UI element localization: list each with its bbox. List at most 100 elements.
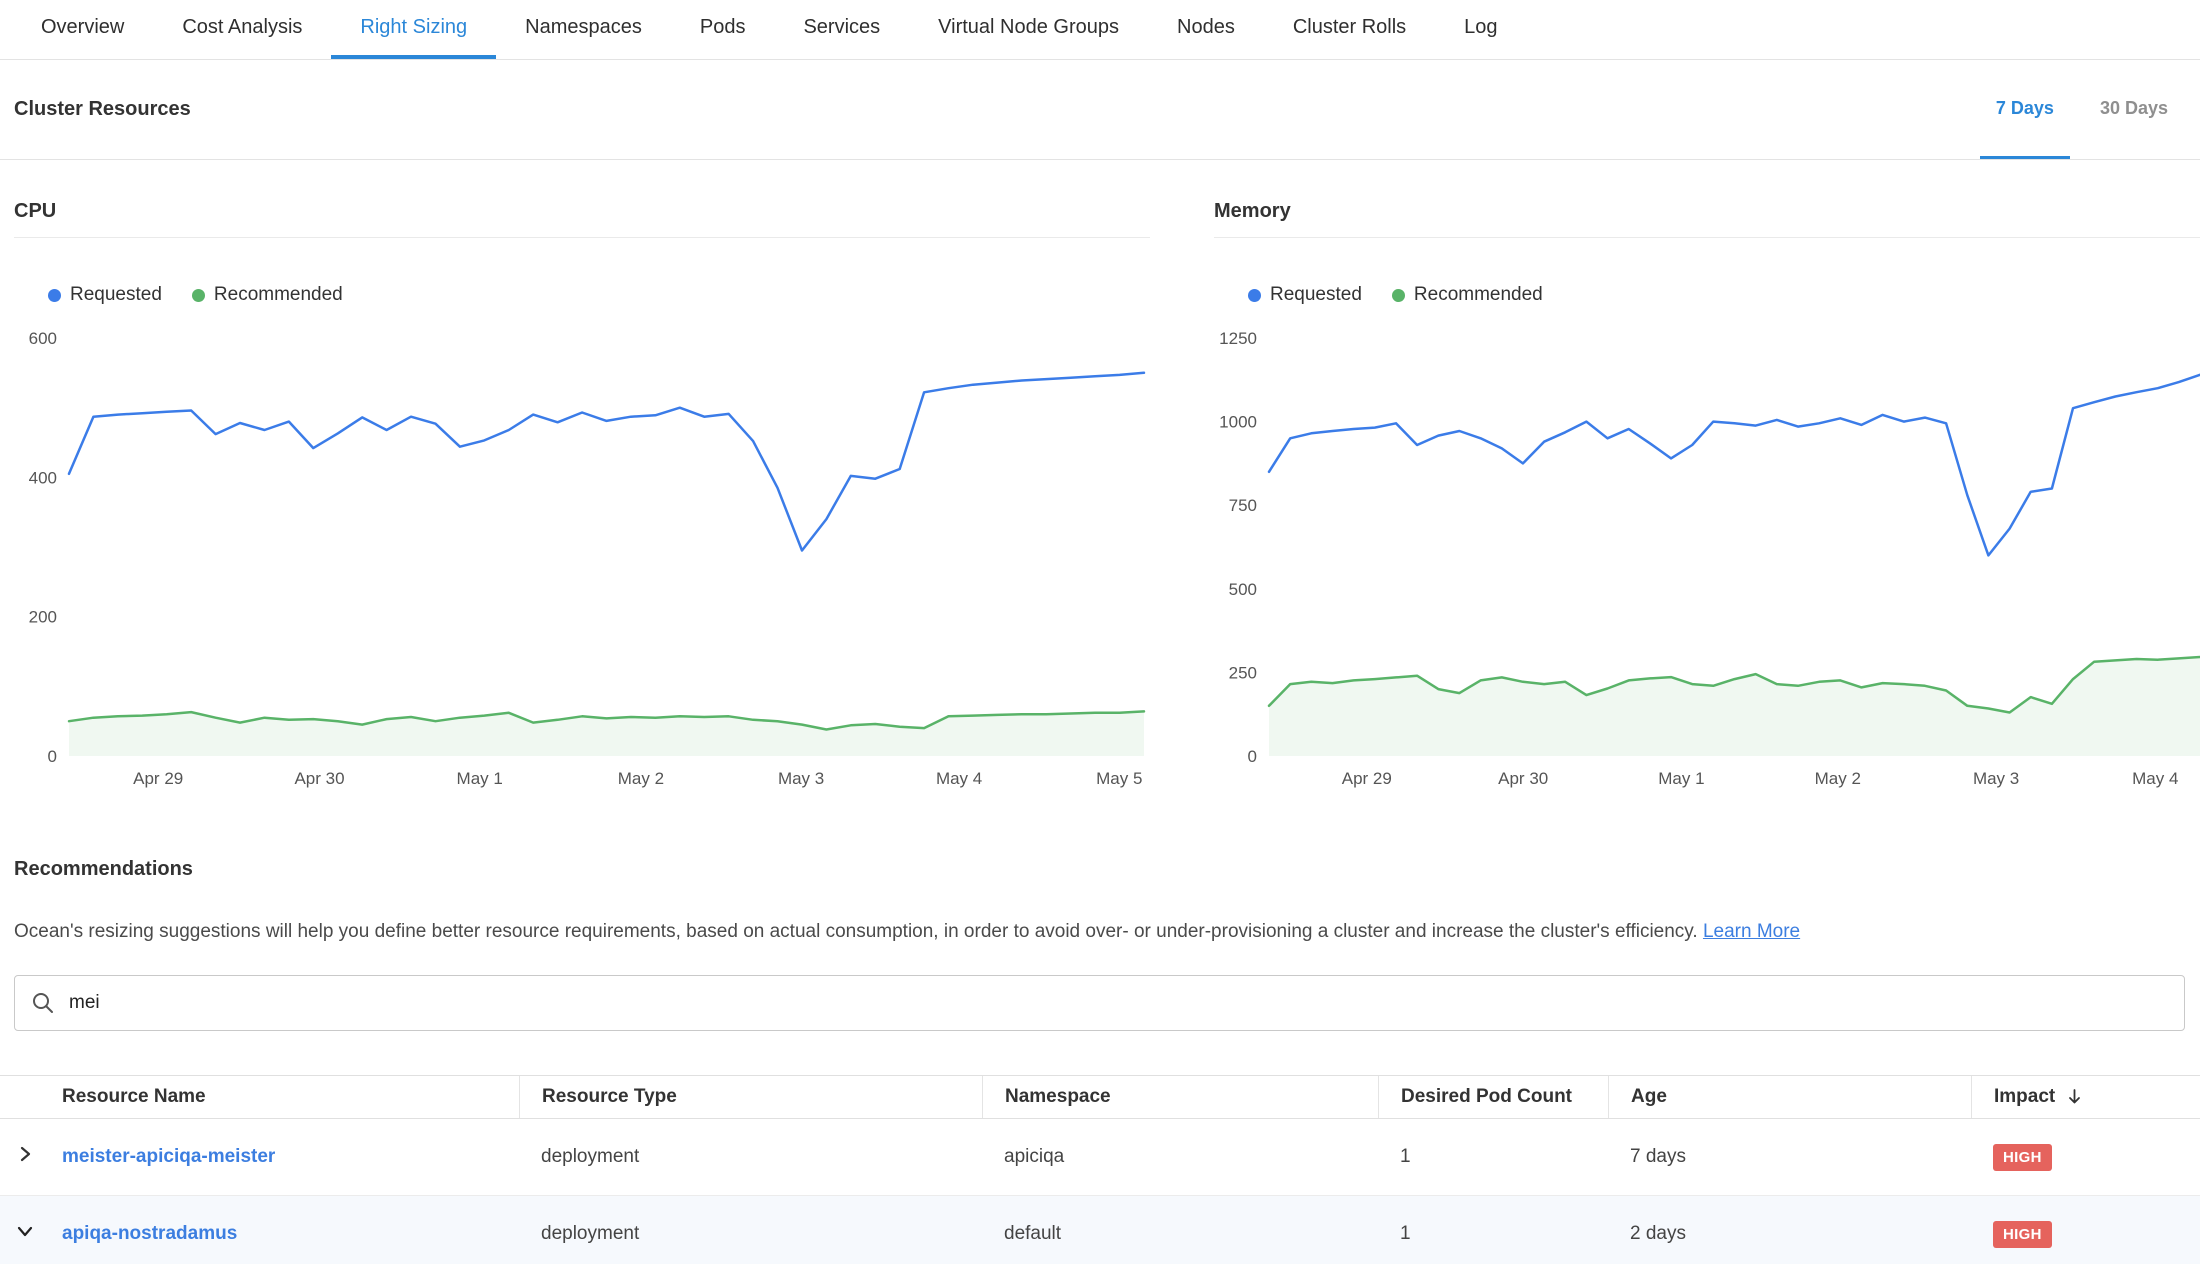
svg-text:0: 0 — [1248, 747, 1257, 766]
tab-log[interactable]: Log — [1435, 0, 1526, 59]
svg-text:0: 0 — [48, 747, 57, 766]
legend-item-requested: Requested — [1248, 284, 1362, 306]
svg-text:May 4: May 4 — [936, 769, 982, 788]
sort-descending-icon[interactable] — [2067, 1088, 2082, 1106]
tab-nodes[interactable]: Nodes — [1148, 0, 1264, 59]
cpu-line-chart: 0 200 400 600 Apr 29 Apr 30 May 1 May 2 May 3 May… — [14, 328, 1150, 798]
age-cell: 7 days — [1608, 1146, 1971, 1168]
resource-name-link[interactable]: meister-apiciqa-meister — [62, 1146, 275, 1167]
svg-text:Apr 29: Apr 29 — [1342, 769, 1392, 788]
svg-text:600: 600 — [29, 329, 57, 348]
svg-text:May 3: May 3 — [778, 769, 824, 788]
svg-text:1250: 1250 — [1219, 329, 1257, 348]
chevron-right-icon — [16, 1145, 34, 1169]
legend-label: Requested — [70, 284, 162, 306]
range-30-days[interactable]: 30 Days — [2084, 60, 2184, 159]
tab-services[interactable]: Services — [774, 0, 909, 59]
tab-pods[interactable]: Pods — [671, 0, 775, 59]
recommended-dot-icon — [1392, 289, 1405, 302]
expand-row-button[interactable] — [0, 1119, 50, 1195]
tab-right-sizing[interactable]: Right Sizing — [331, 0, 496, 59]
search-icon — [31, 991, 55, 1015]
impact-cell: HIGH — [1971, 1221, 2200, 1248]
svg-text:May 3: May 3 — [1973, 769, 2019, 788]
svg-text:May 2: May 2 — [1815, 769, 1861, 788]
legend-item-recommended: Recommended — [192, 284, 343, 306]
column-resource-name: Resource Name — [50, 1076, 519, 1118]
table-row[interactable]: apiqa-nostradamus deployment default 1 2… — [0, 1196, 2200, 1264]
chevron-down-icon — [16, 1222, 34, 1246]
column-desired-pod-count: Desired Pod Count — [1378, 1076, 1608, 1118]
desired-pod-count-cell: 1 — [1378, 1146, 1608, 1168]
svg-text:1000: 1000 — [1219, 413, 1257, 432]
svg-text:Apr 30: Apr 30 — [294, 769, 344, 788]
search-box — [14, 975, 2185, 1031]
column-impact[interactable]: Impact — [1971, 1076, 2200, 1118]
svg-text:Apr 30: Apr 30 — [1498, 769, 1548, 788]
collapse-row-button[interactable] — [0, 1196, 50, 1264]
learn-more-link[interactable]: Learn More — [1703, 921, 1800, 942]
time-range-toggle: 7 Days 30 Days — [1980, 60, 2184, 159]
table-row[interactable]: meister-apiciqa-meister deployment apici… — [0, 1119, 2200, 1196]
recommendations-title: Recommendations — [14, 858, 2185, 881]
svg-text:May 1: May 1 — [457, 769, 503, 788]
range-7-days[interactable]: 7 Days — [1980, 60, 2070, 159]
column-resource-type: Resource Type — [519, 1076, 982, 1118]
memory-chart-legend: Requested Recommended — [1248, 284, 2200, 306]
requested-dot-icon — [1248, 289, 1261, 302]
column-age: Age — [1608, 1076, 1971, 1118]
legend-item-recommended: Recommended — [1392, 284, 1543, 306]
memory-chart-panel: Memory Requested Recommended 0 250 500 750 1… — [1214, 200, 2200, 798]
cpu-chart-title: CPU — [14, 200, 1150, 238]
tab-cost-analysis[interactable]: Cost Analysis — [153, 0, 331, 59]
svg-text:May 2: May 2 — [618, 769, 664, 788]
impact-high-badge: HIGH — [1993, 1144, 2052, 1171]
cpu-chart-legend: Requested Recommended — [48, 284, 1150, 306]
recommended-dot-icon — [192, 289, 205, 302]
description-text: Ocean's resizing suggestions will help y… — [14, 921, 1698, 942]
tab-overview[interactable]: Overview — [12, 0, 153, 59]
charts-section: CPU Requested Recommended 0 200 400 600 Apr … — [0, 200, 2200, 798]
legend-label: Requested — [1270, 284, 1362, 306]
namespace-cell: apiciqa — [982, 1146, 1378, 1168]
age-cell: 2 days — [1608, 1223, 1971, 1245]
memory-line-chart: 0 250 500 750 1000 1250 Apr 29 Apr 30 May 1 May 2… — [1214, 328, 2200, 798]
expander-column-header — [0, 1076, 50, 1118]
resource-type-cell: deployment — [519, 1146, 982, 1168]
tab-namespaces[interactable]: Namespaces — [496, 0, 671, 59]
svg-text:750: 750 — [1229, 496, 1257, 515]
resource-name-cell: apiqa-nostradamus — [50, 1223, 519, 1245]
legend-item-requested: Requested — [48, 284, 162, 306]
desired-pod-count-cell: 1 — [1378, 1223, 1608, 1245]
column-namespace: Namespace — [982, 1076, 1378, 1118]
recommendations-table: Resource Name Resource Type Namespace De… — [0, 1075, 2200, 1264]
recommendations-description: Ocean's resizing suggestions will help y… — [14, 921, 2185, 943]
svg-text:400: 400 — [29, 468, 57, 487]
impact-cell: HIGH — [1971, 1144, 2200, 1171]
svg-text:Apr 29: Apr 29 — [133, 769, 183, 788]
search-input[interactable] — [69, 992, 2168, 1014]
svg-text:250: 250 — [1229, 663, 1257, 682]
svg-text:500: 500 — [1229, 580, 1257, 599]
impact-header-label: Impact — [1994, 1086, 2055, 1108]
memory-chart-title: Memory — [1214, 200, 2200, 238]
resource-name-link[interactable]: apiqa-nostradamus — [62, 1223, 237, 1244]
namespace-cell: default — [982, 1223, 1378, 1245]
cluster-resources-title: Cluster Resources — [14, 60, 191, 159]
resource-type-cell: deployment — [519, 1223, 982, 1245]
legend-label: Recommended — [1414, 284, 1543, 306]
cluster-resources-bar: Cluster Resources 7 Days 30 Days — [0, 60, 2200, 160]
svg-text:May 4: May 4 — [2132, 769, 2178, 788]
recommendations-section: Recommendations Ocean's resizing suggest… — [0, 858, 2200, 1264]
svg-text:May 1: May 1 — [1658, 769, 1704, 788]
legend-label: Recommended — [214, 284, 343, 306]
tab-cluster-rolls[interactable]: Cluster Rolls — [1264, 0, 1435, 59]
impact-high-badge: HIGH — [1993, 1221, 2052, 1248]
cpu-chart-panel: CPU Requested Recommended 0 200 400 600 Apr … — [14, 200, 1150, 798]
svg-text:200: 200 — [29, 608, 57, 627]
svg-text:May 5: May 5 — [1096, 769, 1142, 788]
table-header-row: Resource Name Resource Type Namespace De… — [0, 1075, 2200, 1119]
requested-dot-icon — [48, 289, 61, 302]
tab-virtual-node-groups[interactable]: Virtual Node Groups — [909, 0, 1148, 59]
top-tab-bar: Overview Cost Analysis Right Sizing Name… — [0, 0, 2200, 60]
